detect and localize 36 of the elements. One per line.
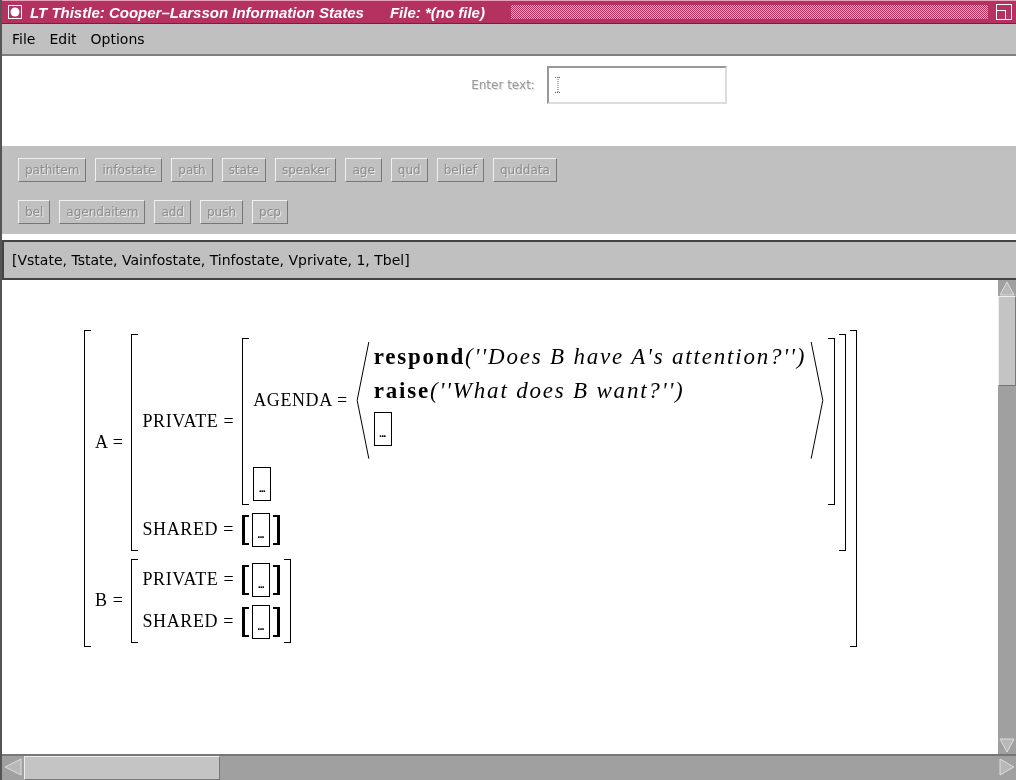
bracket-right [272,606,280,637]
feature-label: SHARED = [142,519,234,541]
feature-label: B = [95,590,124,612]
window-title: LT Thistle: Cooper–Larsson Information States [30,3,364,21]
menu-item[interactable]: Options [90,31,145,47]
term-text: raise(''What does B want?'') [373,378,685,404]
file-label: File: *(no file) [389,3,485,21]
maximize-icon[interactable] [996,4,1012,20]
window-menu-icon[interactable] [8,5,22,19]
placeholder-box: ... [253,466,272,501]
placeholder-box: ... [251,512,270,547]
menu-item[interactable]: File [12,31,36,47]
text-input-field[interactable] [546,66,727,104]
entry-label: Enter text: [471,78,535,92]
bracket-left [241,606,249,637]
placeholder-box: ... [251,604,270,639]
placeholder-box: ... [373,412,392,446]
scroll-right-icon[interactable] [998,756,1016,778]
placeholder-box: ... [252,562,271,597]
feature-label: AGENDA = [253,389,348,411]
bracket-left [242,564,250,595]
vertical-scrollbar[interactable] [998,280,1016,754]
scroll-thumb[interactable] [998,296,1016,386]
bracket-right [273,564,281,595]
feature-label: PRIVATE = [142,410,235,432]
scroll-left-icon[interactable] [2,756,24,778]
text-cursor-icon [554,77,561,93]
scroll-thumb[interactable] [24,756,220,780]
horizontal-scrollbar[interactable] [2,754,1016,780]
feature-label: PRIVATE = [142,569,235,591]
bracket-left [241,514,249,545]
menu-item[interactable]: Edit [49,31,77,47]
bracket-right [272,514,280,545]
feature-label: A = [95,431,124,453]
term-text: respond(''Does B have A's attention?'') [373,344,807,370]
feature-label: SHARED = [142,611,234,633]
